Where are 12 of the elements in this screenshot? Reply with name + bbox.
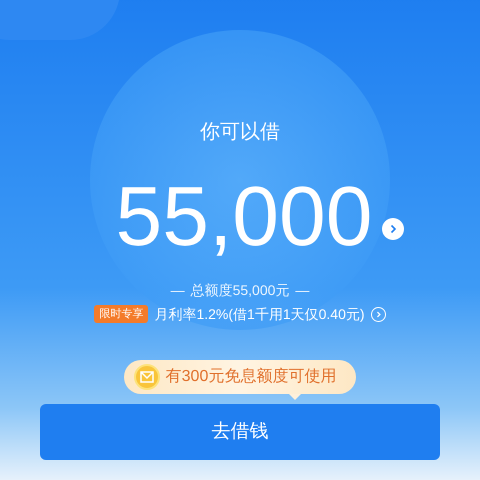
interest-rate: 月利率1.2%(借1千用1天仅0.40元)	[154, 305, 365, 324]
borrow-button[interactable]: 去借钱	[40, 404, 440, 460]
tip-text: 有300元免息额度可使用	[166, 366, 336, 387]
heading: 你可以借	[200, 120, 280, 145]
dash: —	[295, 281, 310, 300]
chevron-icon[interactable]	[382, 218, 404, 240]
total-credit: 总额度55,000元	[190, 281, 290, 300]
chevron-icon[interactable]	[370, 306, 386, 322]
coin-icon	[134, 364, 160, 390]
promo-badge: 限时专享	[94, 305, 148, 323]
loan-amount: 55,000	[116, 174, 372, 258]
dash: —	[170, 281, 185, 300]
